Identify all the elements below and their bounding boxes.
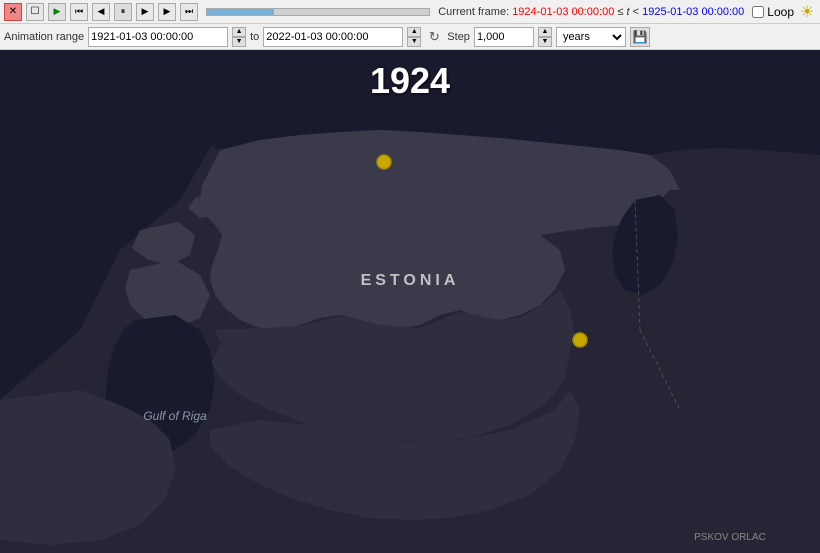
pause-button[interactable]: ⏸ [114, 3, 132, 21]
play-button[interactable]: ▶ [48, 3, 66, 21]
step-spinner: ▲ ▼ [538, 27, 552, 47]
play2-button[interactable]: ▶ [136, 3, 154, 21]
country-label: ESTONIA [361, 272, 460, 289]
restore-icon: ☐ [31, 6, 40, 17]
skip-start-icon: ⏮ [75, 6, 83, 17]
next-icon: ▶ [164, 6, 171, 17]
from-date-up[interactable]: ▲ [232, 27, 246, 37]
map-svg: ESTONIA Gulf of Riga PSKOV ORLAC [0, 50, 820, 553]
to-date-spinner: ▲ ▼ [407, 27, 421, 47]
step-label: Step [447, 31, 470, 43]
progress-fill [207, 9, 274, 15]
from-date-input[interactable] [88, 27, 228, 47]
data-point-1[interactable] [377, 155, 391, 169]
close-button[interactable]: ✕ [4, 3, 22, 21]
to-label: to [250, 31, 259, 43]
unit-select[interactable]: years months days hours [556, 27, 626, 47]
pskov-label: PSKOV ORLAC [694, 532, 766, 543]
gulf-of-riga-label: Gulf of Riga [143, 409, 207, 423]
to-date-up[interactable]: ▲ [407, 27, 421, 37]
play2-icon: ▶ [142, 6, 149, 17]
step-input[interactable] [474, 27, 534, 47]
from-date-down[interactable]: ▼ [232, 37, 246, 47]
current-frame-label: Current frame: 1924-01-03 00:00:00 ≤ t <… [438, 6, 744, 18]
save-button[interactable]: 💾 [630, 27, 650, 47]
loop-container: Loop [752, 5, 794, 19]
map-container: 1924 [0, 50, 820, 553]
save-icon: 💾 [632, 30, 647, 44]
step-down[interactable]: ▼ [538, 37, 552, 47]
from-date-spinner: ▲ ▼ [232, 27, 246, 47]
top-toolbar: ✕ ☐ ▶ ⏮ ◀ ⏸ ▶ ▶ ⏭ Current frame: 1924-01… [0, 0, 820, 24]
play-icon: ▶ [54, 6, 61, 17]
next-button[interactable]: ▶ [158, 3, 176, 21]
skip-end-button[interactable]: ⏭ [180, 3, 198, 21]
to-date-down[interactable]: ▼ [407, 37, 421, 47]
animation-toolbar: Animation range ▲ ▼ to ▲ ▼ ↻ Step ▲ ▼ ye… [0, 24, 820, 50]
pause-icon: ⏸ [121, 6, 126, 17]
loop-checkbox[interactable] [752, 6, 764, 18]
skip-start-button[interactable]: ⏮ [70, 3, 88, 21]
sun-icon-button: ☀ [798, 3, 816, 21]
animation-range-label: Animation range [4, 31, 84, 43]
data-point-2[interactable] [573, 333, 587, 347]
year-label: 1924 [370, 60, 450, 102]
to-date-input[interactable] [263, 27, 403, 47]
prev-button[interactable]: ◀ [92, 3, 110, 21]
step-up[interactable]: ▲ [538, 27, 552, 37]
progress-track[interactable] [206, 8, 430, 16]
refresh-button[interactable]: ↻ [425, 28, 443, 46]
close-icon: ✕ [9, 6, 17, 17]
prev-icon: ◀ [98, 6, 105, 17]
loop-label: Loop [767, 5, 794, 19]
restore-button[interactable]: ☐ [26, 3, 44, 21]
skip-end-icon: ⏭ [185, 6, 193, 17]
sun-icon: ☀ [800, 2, 814, 22]
